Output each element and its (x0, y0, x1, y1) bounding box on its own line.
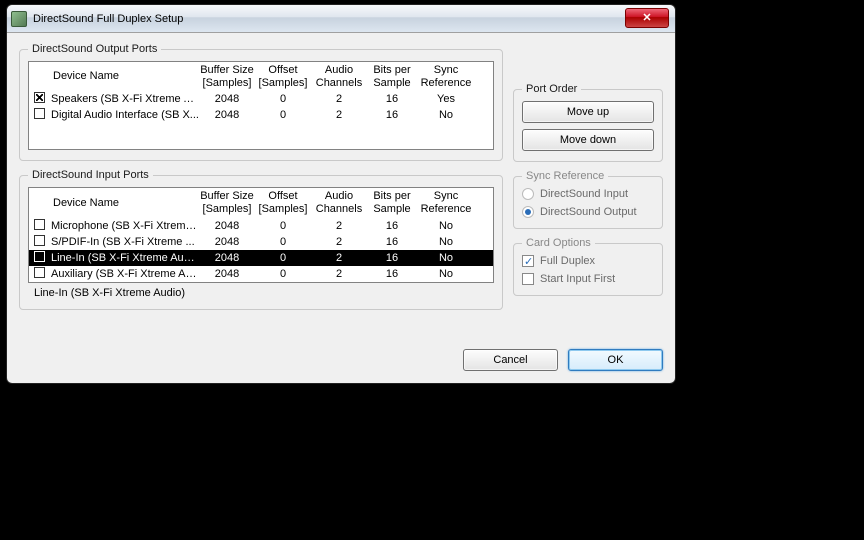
close-icon: ✕ (642, 13, 651, 24)
port-order-group: Port Order Move up Move down (513, 83, 663, 162)
content-area: DirectSound Output Ports Device Name Buf… (7, 33, 675, 349)
sync-reference-group: Sync Reference DirectSound Input DirectS… (513, 170, 663, 229)
row-checkbox[interactable] (34, 251, 45, 262)
table-row[interactable]: Digital Audio Interface (SB X... 2048 0 … (29, 107, 493, 123)
table-row[interactable]: Microphone (SB X-Fi Xtreme... 2048 0 2 1… (29, 218, 493, 234)
table-row[interactable]: Speakers (SB X-Fi Xtreme A... 2048 0 2 1… (29, 91, 493, 107)
output-ports-legend: DirectSound Output Ports (28, 43, 161, 55)
checkbox-icon (522, 255, 534, 267)
output-ports-table[interactable]: Device Name Buffer Size [Samples] Offset… (28, 61, 494, 150)
move-up-button[interactable]: Move up (522, 101, 654, 123)
input-ports-group: DirectSound Input Ports Device Name Buff… (19, 169, 503, 309)
dialog-window: DirectSound Full Duplex Setup ✕ DirectSo… (6, 4, 676, 384)
input-ports-header: Device Name Buffer Size [Samples] Offset… (29, 188, 493, 217)
table-row[interactable]: Line-In (SB X-Fi Xtreme Audio) 2048 0 2 … (29, 250, 493, 266)
full-duplex-check-row[interactable]: Full Duplex (522, 255, 654, 267)
start-input-first-check-row[interactable]: Start Input First (522, 273, 654, 285)
input-ports-legend: DirectSound Input Ports (28, 169, 153, 181)
row-checkbox[interactable] (34, 219, 45, 230)
close-button[interactable]: ✕ (625, 8, 669, 28)
right-column: Port Order Move up Move down Sync Refere… (513, 43, 663, 339)
checkbox-icon (522, 273, 534, 285)
titlebar: DirectSound Full Duplex Setup ✕ (7, 5, 675, 33)
radio-icon (522, 206, 534, 218)
radio-icon (522, 188, 534, 200)
dialog-buttons: Cancel OK (7, 349, 675, 383)
table-row[interactable]: S/PDIF-In (SB X-Fi Xtreme ... 2048 0 2 1… (29, 234, 493, 250)
card-options-group: Card Options Full Duplex Start Input Fir… (513, 237, 663, 296)
row-checkbox[interactable] (34, 108, 45, 119)
row-checkbox[interactable] (34, 235, 45, 246)
sync-reference-legend: Sync Reference (522, 170, 608, 182)
sync-output-radio-row[interactable]: DirectSound Output (522, 206, 654, 218)
app-icon (11, 11, 27, 27)
ok-button[interactable]: OK (568, 349, 663, 371)
output-ports-group: DirectSound Output Ports Device Name Buf… (19, 43, 503, 161)
selected-input-caption: Line-In (SB X-Fi Xtreme Audio) (28, 283, 494, 299)
move-down-button[interactable]: Move down (522, 129, 654, 151)
port-order-legend: Port Order (522, 83, 581, 95)
card-options-legend: Card Options (522, 237, 595, 249)
output-ports-header: Device Name Buffer Size [Samples] Offset… (29, 62, 493, 91)
cancel-button[interactable]: Cancel (463, 349, 558, 371)
left-column: DirectSound Output Ports Device Name Buf… (19, 43, 503, 339)
window-title: DirectSound Full Duplex Setup (33, 13, 183, 25)
input-ports-table[interactable]: Device Name Buffer Size [Samples] Offset… (28, 187, 494, 282)
sync-input-radio-row[interactable]: DirectSound Input (522, 188, 654, 200)
table-row[interactable]: Auxiliary (SB X-Fi Xtreme Audio) 2048 0 … (29, 266, 493, 282)
row-checkbox[interactable] (34, 92, 45, 103)
row-checkbox[interactable] (34, 267, 45, 278)
